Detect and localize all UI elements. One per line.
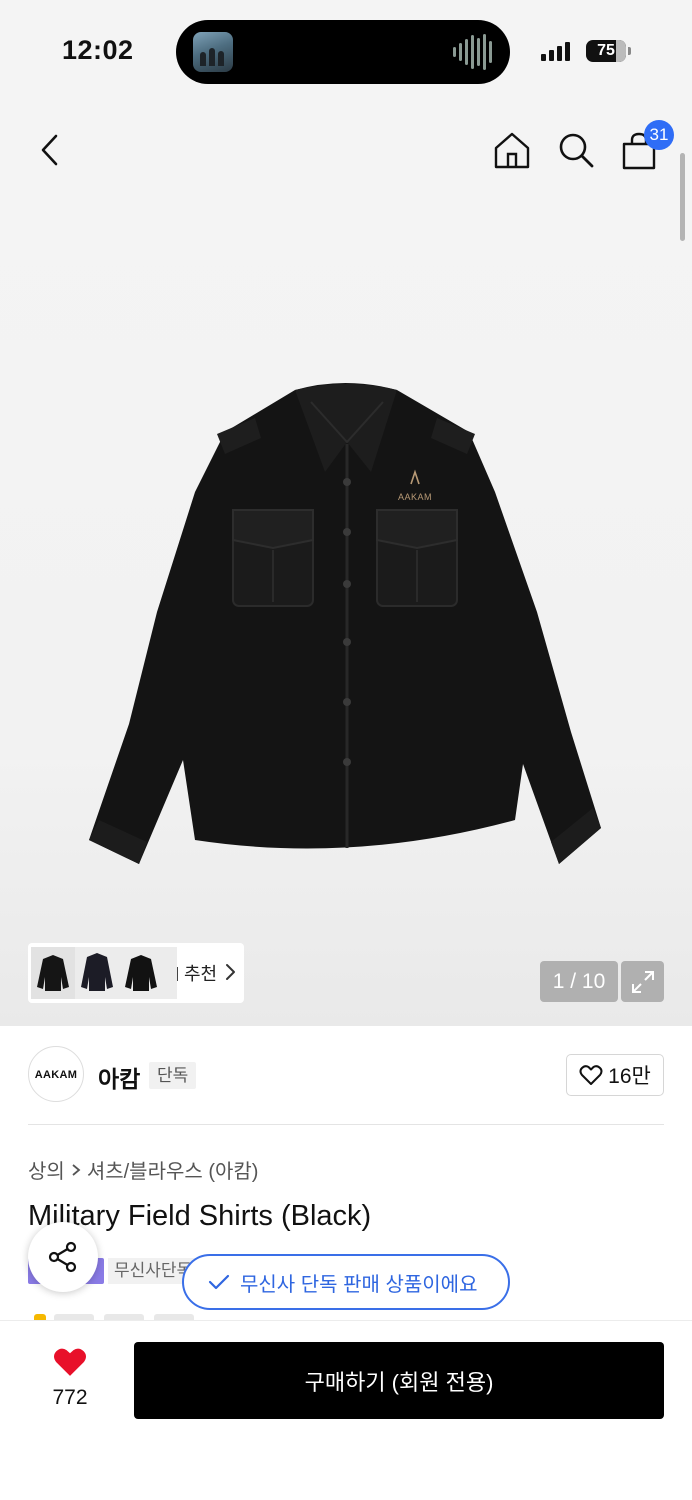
chevron-right-icon (226, 964, 235, 980)
brand-like-button[interactable]: 16만 (566, 1054, 664, 1096)
battery-level: 75 (597, 42, 615, 59)
expand-icon (631, 970, 654, 993)
recommend-thumbnail (75, 947, 119, 999)
heart-filled-icon (54, 1348, 86, 1376)
home-button[interactable] (490, 128, 534, 172)
recommend-label: 추천 (177, 960, 217, 986)
buy-button[interactable]: 구매하기 (회원 전용) (134, 1342, 664, 1419)
brand-name[interactable]: 아캄 (98, 1060, 140, 1094)
share-button[interactable] (28, 1222, 98, 1292)
dynamic-island[interactable] (176, 20, 510, 84)
exclusive-tag: 단독 (149, 1062, 197, 1089)
search-icon (559, 133, 594, 168)
product-gallery[interactable]: 31 AAKAM 추천 1 / 10 (0, 100, 692, 1026)
heart-outline-icon (579, 1065, 603, 1085)
brand-like-count: 16만 (608, 1065, 651, 1088)
status-time: 12:02 (62, 35, 134, 65)
product-like-count: 772 (52, 1386, 88, 1409)
breadcrumb-item[interactable]: 상의 (28, 1155, 65, 1184)
brand-logo[interactable]: AAKAM (28, 1046, 84, 1102)
status-bar: 12:02 75 (0, 0, 692, 100)
scrollbar[interactable] (680, 153, 685, 241)
expand-image-button[interactable] (621, 961, 664, 1002)
recommend-thumbnail (31, 947, 75, 999)
rating-row-partial (28, 1312, 228, 1320)
shirt-embroidery-logo: AAKAM (398, 492, 432, 502)
cart-button[interactable]: 31 (618, 120, 674, 172)
breadcrumb: 상의 셔츠/블라우스 (아캄) (28, 1155, 258, 1184)
cellular-signal-icon (541, 40, 570, 61)
divider (28, 1124, 664, 1125)
check-icon (208, 1274, 230, 1290)
breadcrumb-item[interactable]: 셔츠/블라우스 (아캄) (87, 1155, 259, 1184)
similar-items-recommend-chip[interactable]: 추천 (28, 943, 244, 1003)
recommend-thumbnails (31, 947, 177, 999)
back-icon (41, 134, 58, 166)
toast-text: 무신사 단독 판매 상품이에요 (240, 1273, 478, 1296)
now-playing-artwork (193, 32, 233, 72)
product-image-shirt: AAKAM (89, 383, 601, 864)
search-button[interactable] (554, 128, 598, 172)
image-page-indicator: 1 / 10 (540, 961, 618, 1002)
audio-waveform-icon (453, 34, 492, 70)
recommend-thumbnail (119, 947, 163, 999)
cart-count-badge: 31 (644, 120, 674, 150)
home-icon (494, 132, 530, 169)
exclusive-toast: 무신사 단독 판매 상품이에요 (182, 1254, 510, 1310)
back-button[interactable] (30, 130, 70, 170)
battery-icon: 75 (586, 40, 631, 62)
product-like-button[interactable] (42, 1346, 98, 1383)
chevron-right-icon (72, 1163, 81, 1176)
share-icon (48, 1241, 77, 1273)
